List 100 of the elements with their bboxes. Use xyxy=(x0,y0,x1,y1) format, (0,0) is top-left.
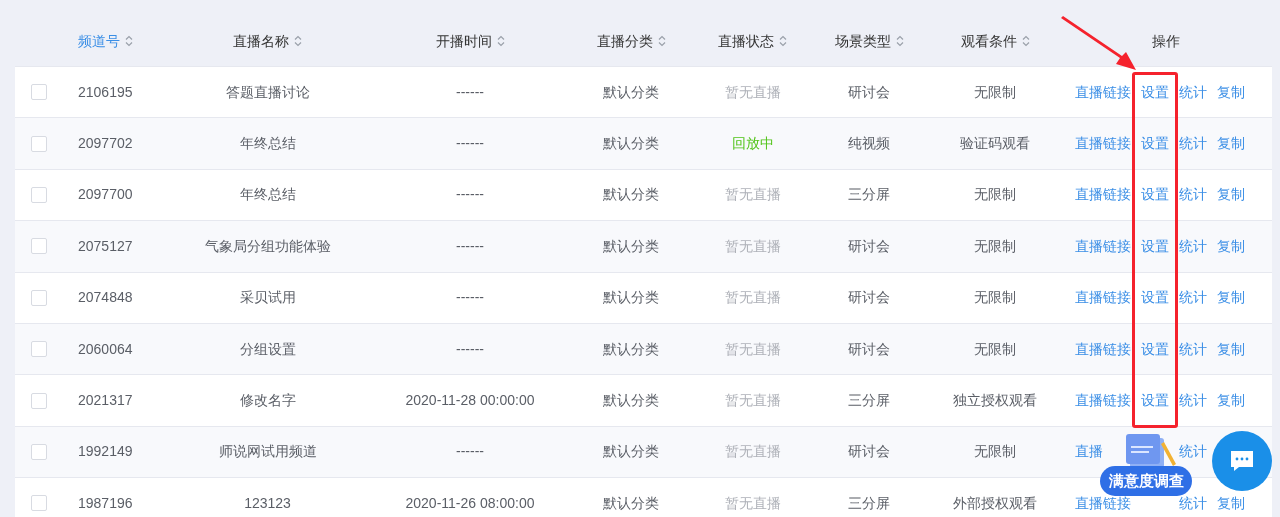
start-time: ------ xyxy=(456,288,484,308)
channel-id: 2106195 xyxy=(78,82,133,102)
category: 默认分类 xyxy=(603,339,659,359)
sort-icon[interactable] xyxy=(657,35,666,47)
view-condition: 外部授权观看 xyxy=(953,493,1037,513)
start-time: ------ xyxy=(456,339,484,359)
category: 默认分类 xyxy=(603,134,659,154)
column-header[interactable]: 直播状态 xyxy=(718,30,787,52)
settings-link[interactable]: 设置 xyxy=(1141,133,1169,155)
checkbox[interactable] xyxy=(31,392,47,409)
sort-icon[interactable] xyxy=(895,35,904,47)
column-header[interactable]: 开播时间 xyxy=(435,30,505,52)
stats-link[interactable]: 统计 xyxy=(1179,287,1207,309)
settings-link[interactable]: 设置 xyxy=(1141,287,1169,309)
live-status: 暂无直播 xyxy=(724,236,781,256)
checkbox[interactable] xyxy=(31,289,47,306)
chat-icon xyxy=(1229,449,1255,473)
live-status: 暂无直播 xyxy=(724,391,781,411)
live-status: 暂无直播 xyxy=(724,339,781,359)
category: 默认分类 xyxy=(603,493,659,513)
link-button[interactable]: 直播链接 xyxy=(1075,338,1131,360)
copy-link[interactable]: 复制 xyxy=(1217,338,1245,360)
sort-icon[interactable] xyxy=(1021,35,1030,47)
stats-link[interactable]: 统计 xyxy=(1179,133,1207,155)
channel-id: 1987196 xyxy=(78,493,133,513)
sort-icon[interactable] xyxy=(496,35,505,47)
checkbox[interactable] xyxy=(31,135,47,152)
channel-id: 1992149 xyxy=(78,442,133,462)
live-name: 采贝试用 xyxy=(239,288,296,308)
stats-link[interactable]: 统计 xyxy=(1179,184,1207,206)
scene-type: 三分屏 xyxy=(848,185,890,205)
scene-type: 研讨会 xyxy=(848,288,890,308)
live-name: 年终总结 xyxy=(239,185,296,205)
sort-icon[interactable] xyxy=(294,35,302,47)
column-header: 操作 xyxy=(1152,31,1180,51)
settings-link[interactable]: 设置 xyxy=(1141,81,1169,103)
checkbox[interactable] xyxy=(31,186,47,203)
live-name: 分组设置 xyxy=(239,339,296,359)
link-button[interactable]: 直播链接 xyxy=(1075,184,1131,206)
live-status: 暂无直播 xyxy=(724,288,781,308)
link-button[interactable]: 直播链接 xyxy=(1075,133,1131,155)
category: 默认分类 xyxy=(603,185,659,205)
checkbox[interactable] xyxy=(31,238,47,255)
column-header[interactable]: 观看条件 xyxy=(960,30,1030,52)
scene-type: 研讨会 xyxy=(848,442,890,462)
copy-link[interactable]: 复制 xyxy=(1217,492,1245,514)
survey-button[interactable]: 满意度调查 xyxy=(1100,466,1192,496)
checkbox[interactable] xyxy=(31,443,47,460)
start-time: ------ xyxy=(456,236,484,256)
view-condition: 无限制 xyxy=(974,339,1016,359)
column-header[interactable]: 频道号 xyxy=(78,30,133,52)
channel-id: 2097700 xyxy=(78,185,133,205)
scene-type: 三分屏 xyxy=(848,391,890,411)
column-header[interactable]: 场景类型 xyxy=(834,30,904,52)
stats-link[interactable]: 统计 xyxy=(1179,235,1207,257)
copy-link[interactable]: 复制 xyxy=(1217,184,1245,206)
stats-link[interactable]: 统计 xyxy=(1179,390,1207,412)
category: 默认分类 xyxy=(603,288,659,308)
start-time: ------ xyxy=(456,442,484,462)
settings-link[interactable]: 设置 xyxy=(1141,235,1169,257)
scene-type: 研讨会 xyxy=(848,339,890,359)
sort-icon[interactable] xyxy=(125,35,133,47)
live-status: 暂无直播 xyxy=(724,493,781,513)
copy-link[interactable]: 复制 xyxy=(1217,81,1245,103)
checkbox[interactable] xyxy=(31,341,47,358)
copy-link[interactable]: 复制 xyxy=(1217,235,1245,257)
live-status: 暂无直播 xyxy=(724,82,781,102)
settings-link[interactable]: 设置 xyxy=(1141,184,1169,206)
stats-link[interactable]: 统计 xyxy=(1179,81,1207,103)
start-time: ------ xyxy=(456,82,484,102)
start-time: 2020-11-28 00:00:00 xyxy=(405,391,535,411)
scene-type: 研讨会 xyxy=(848,236,890,256)
column-header[interactable]: 直播分类 xyxy=(596,30,666,52)
sort-icon[interactable] xyxy=(779,35,787,47)
link-button[interactable]: 直播链接 xyxy=(1075,390,1131,412)
view-condition: 无限制 xyxy=(974,288,1016,308)
category: 默认分类 xyxy=(603,82,659,102)
link-button[interactable]: 直播链接 xyxy=(1075,81,1131,103)
link-button[interactable]: 直播链接 xyxy=(1075,235,1131,257)
checkbox[interactable] xyxy=(31,495,47,512)
channel-id: 2075127 xyxy=(78,236,133,256)
settings-link[interactable]: 设置 xyxy=(1141,338,1169,360)
view-condition: 验证码观看 xyxy=(960,134,1030,154)
copy-link[interactable]: 复制 xyxy=(1217,133,1245,155)
column-header[interactable]: 直播名称 xyxy=(233,30,302,52)
category: 默认分类 xyxy=(603,391,659,411)
settings-link[interactable]: 设置 xyxy=(1141,390,1169,412)
stats-link[interactable]: 统计 xyxy=(1179,338,1207,360)
view-condition: 无限制 xyxy=(974,236,1016,256)
checkbox[interactable] xyxy=(31,84,47,101)
live-name: 123123 xyxy=(244,493,291,513)
channel-id: 2021317 xyxy=(78,391,133,411)
copy-link[interactable]: 复制 xyxy=(1217,390,1245,412)
stats-link[interactable]: 统计 xyxy=(1179,441,1207,463)
channel-id: 2097702 xyxy=(78,134,133,154)
copy-link[interactable]: 复制 xyxy=(1217,287,1245,309)
live-name: 气象局分组功能体验 xyxy=(204,236,331,256)
link-button[interactable]: 直播 xyxy=(1075,441,1103,463)
view-condition: 无限制 xyxy=(974,442,1016,462)
link-button[interactable]: 直播链接 xyxy=(1075,287,1131,309)
